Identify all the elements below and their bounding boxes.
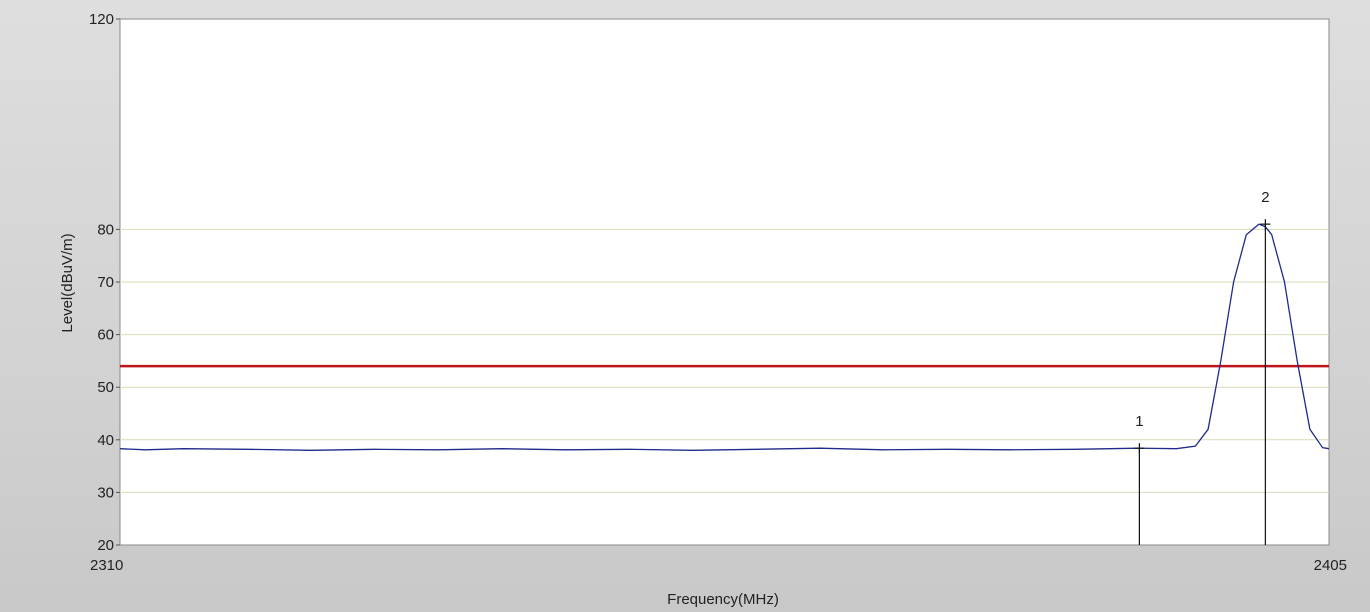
y-tick-label: 80 xyxy=(97,221,114,238)
y-tick-label: 50 xyxy=(97,379,114,396)
marker-label: 1 xyxy=(1135,413,1143,430)
y-tick-label: 40 xyxy=(97,432,114,449)
y-tick-label: 60 xyxy=(97,327,114,344)
marker-label: 2 xyxy=(1261,189,1269,206)
x-tick-label: 2405 xyxy=(1314,557,1347,574)
y-tick-label: 20 xyxy=(97,537,114,554)
chart-svg: 1 2 20 30 40 50 60 70 80 120 2310 2405 Frequency(M… xyxy=(59,11,1347,608)
y-axis-title: Level(dBuV/m) xyxy=(59,233,76,332)
y-tick-label: 30 xyxy=(97,484,114,501)
x-tick-label: 2310 xyxy=(90,557,123,574)
y-tick-label: 120 xyxy=(89,11,114,28)
y-tick-label: 70 xyxy=(97,274,114,291)
spectrum-chart: 1 2 20 30 40 50 60 70 80 120 2310 2405 Frequency(M… xyxy=(0,0,1370,612)
x-axis-title: Frequency(MHz) xyxy=(667,591,779,608)
